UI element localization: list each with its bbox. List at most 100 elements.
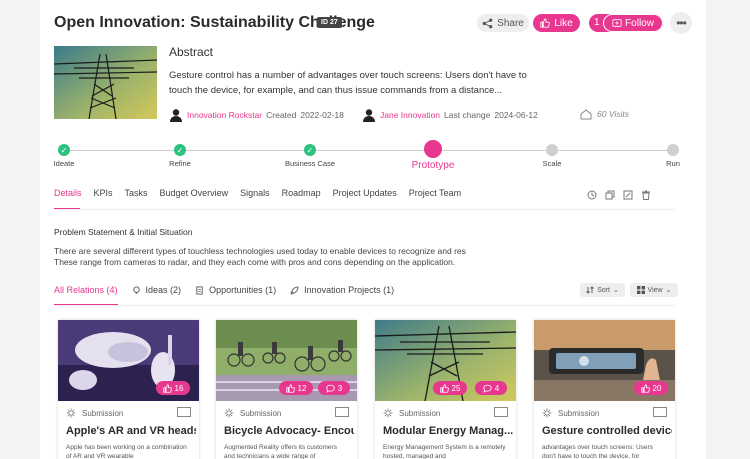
card-type-label: Submission [399, 408, 441, 418]
sort-button[interactable]: Sort ⌄ [580, 283, 625, 297]
tab-ideas[interactable]: Ideas (2) [132, 285, 181, 295]
stage-step-refine[interactable]: ✓ Refine [140, 144, 220, 168]
detail-tabs: Details KPIs Tasks Budget Overview Signals Ro… [54, 188, 461, 198]
sort-icon [586, 286, 594, 294]
visits-count: 60 Visits [580, 108, 629, 120]
share-icon [482, 18, 493, 28]
stage-dot [424, 140, 442, 158]
lightbulb-icon [224, 408, 234, 418]
stage-dot [667, 144, 679, 156]
card-type-label: Submission [82, 408, 124, 418]
comment-count: 3 [337, 383, 343, 393]
stage-step-run[interactable]: Run [633, 144, 706, 168]
created-date: 2022-02-18 [300, 110, 344, 120]
card-type: Submission [383, 408, 440, 418]
author-link[interactable]: Innovation Rockstar [187, 110, 262, 120]
comment-count: 4 [494, 383, 500, 393]
edit-icon[interactable] [623, 187, 633, 200]
problem-line-1: There are several different types of tou… [54, 246, 466, 256]
like-count-pill[interactable]: 12 [279, 381, 313, 395]
stage-label: Business Case [284, 159, 336, 168]
stage-dot [546, 144, 558, 156]
tab-signals[interactable]: Signals [240, 188, 270, 198]
thumbs-up-icon [640, 383, 650, 393]
tab-roadmap[interactable]: Roadmap [282, 188, 321, 198]
checkmark-icon: ✓ [174, 144, 186, 156]
like-count-pill[interactable]: 25 [433, 381, 467, 395]
sort-label: Sort [597, 286, 610, 294]
card-description: advantages over touch screens: Users don… [542, 444, 653, 459]
comment-count-pill[interactable]: 3 [318, 381, 350, 395]
like-label: Like [554, 17, 573, 29]
comment-icon [326, 384, 335, 393]
tab-label: All Relations (4) [54, 285, 118, 295]
like-count-pill[interactable]: 20 [634, 381, 668, 395]
lightbulb-icon [66, 408, 76, 418]
changed-meta: Jane Innovation Last change 2024-06-12 [362, 108, 538, 122]
card-type-label: Submission [240, 408, 282, 418]
comment-count-pill[interactable]: 4 [475, 381, 507, 395]
abstract-text: Gesture control has a number of advantag… [169, 70, 527, 96]
id-badge: ID 27 [317, 17, 342, 28]
like-count-pill[interactable]: 16 [156, 381, 190, 395]
stage-step-ideate[interactable]: ✓ Ideate [40, 144, 104, 168]
copy-icon[interactable] [605, 187, 615, 200]
card-title: Gesture controlled devices [542, 425, 672, 437]
stage-label: Ideate [53, 159, 75, 168]
more-options-button[interactable]: ••• [670, 12, 692, 34]
card-description: Apple has been working on a combination … [66, 444, 187, 459]
card-description: Energy Management System is a remotely h… [383, 444, 506, 459]
view-label: View [647, 286, 663, 294]
follow-button[interactable]: Follow [603, 14, 663, 32]
stage-step-business-case[interactable]: ✓ Business Case [270, 144, 350, 168]
rocket-icon [290, 285, 299, 295]
like-count: 25 [451, 383, 461, 393]
editor-link[interactable]: Jane Innovation [380, 110, 440, 120]
checkmark-icon: ✓ [58, 144, 70, 156]
tab-all-relations[interactable]: All Relations (4) [54, 285, 118, 295]
tab-kpis[interactable]: KPIs [94, 188, 113, 198]
like-count: 16 [174, 383, 184, 393]
card-type-label: Submission [558, 408, 600, 418]
document-icon [196, 285, 203, 295]
tab-tasks[interactable]: Tasks [125, 188, 148, 198]
chevron-down-icon: ⌄ [612, 287, 619, 294]
tab-project-team[interactable]: Project Team [409, 188, 461, 198]
thumbs-up-icon [285, 383, 295, 393]
view-button[interactable]: View ⌄ [630, 283, 678, 297]
lightbulb-icon [132, 285, 140, 294]
follow-group: 1 Follow [589, 14, 663, 32]
delete-icon[interactable] [641, 187, 651, 200]
card-type: Submission [224, 408, 281, 418]
tab-innovation-projects[interactable]: Innovation Projects (1) [290, 285, 394, 295]
stage-label: Run [666, 159, 680, 168]
screen-icon [335, 407, 349, 417]
card-title: Apple's AR and VR heads... [66, 425, 196, 437]
relations-divider [54, 305, 676, 306]
abstract-heading: Abstract [169, 45, 214, 59]
stage-label: Refine [169, 159, 191, 168]
tab-details[interactable]: Details [54, 188, 82, 198]
project-page: Open Innovation: Sustainability Challeng… [40, 0, 706, 459]
like-button[interactable]: Like [533, 14, 580, 32]
stage-step-prototype[interactable]: Prototype [393, 140, 473, 171]
like-count: 12 [297, 383, 307, 393]
stage-step-scale[interactable]: Scale [512, 144, 592, 168]
history-icon[interactable] [587, 187, 597, 200]
tab-opportunities[interactable]: Opportunities (1) [195, 285, 276, 295]
share-button[interactable]: Share [477, 14, 529, 32]
card-description: Augmented Reality offers its customers a… [224, 444, 337, 459]
thumbs-up-icon [162, 383, 172, 393]
tab-budget-overview[interactable]: Budget Overview [160, 188, 229, 198]
created-label: Created [266, 110, 297, 120]
tab-label: Innovation Projects (1) [304, 285, 395, 295]
follower-count: 1 [594, 17, 600, 28]
problem-line-2: These range from cameras to radar, and t… [54, 257, 456, 267]
changed-label: Last change [444, 110, 491, 120]
screen-icon [653, 407, 667, 417]
checkmark-icon: ✓ [304, 144, 316, 156]
visits-icon [580, 109, 592, 120]
tab-project-updates[interactable]: Project Updates [333, 188, 397, 198]
grid-icon [636, 286, 645, 294]
avatar [170, 109, 182, 122]
